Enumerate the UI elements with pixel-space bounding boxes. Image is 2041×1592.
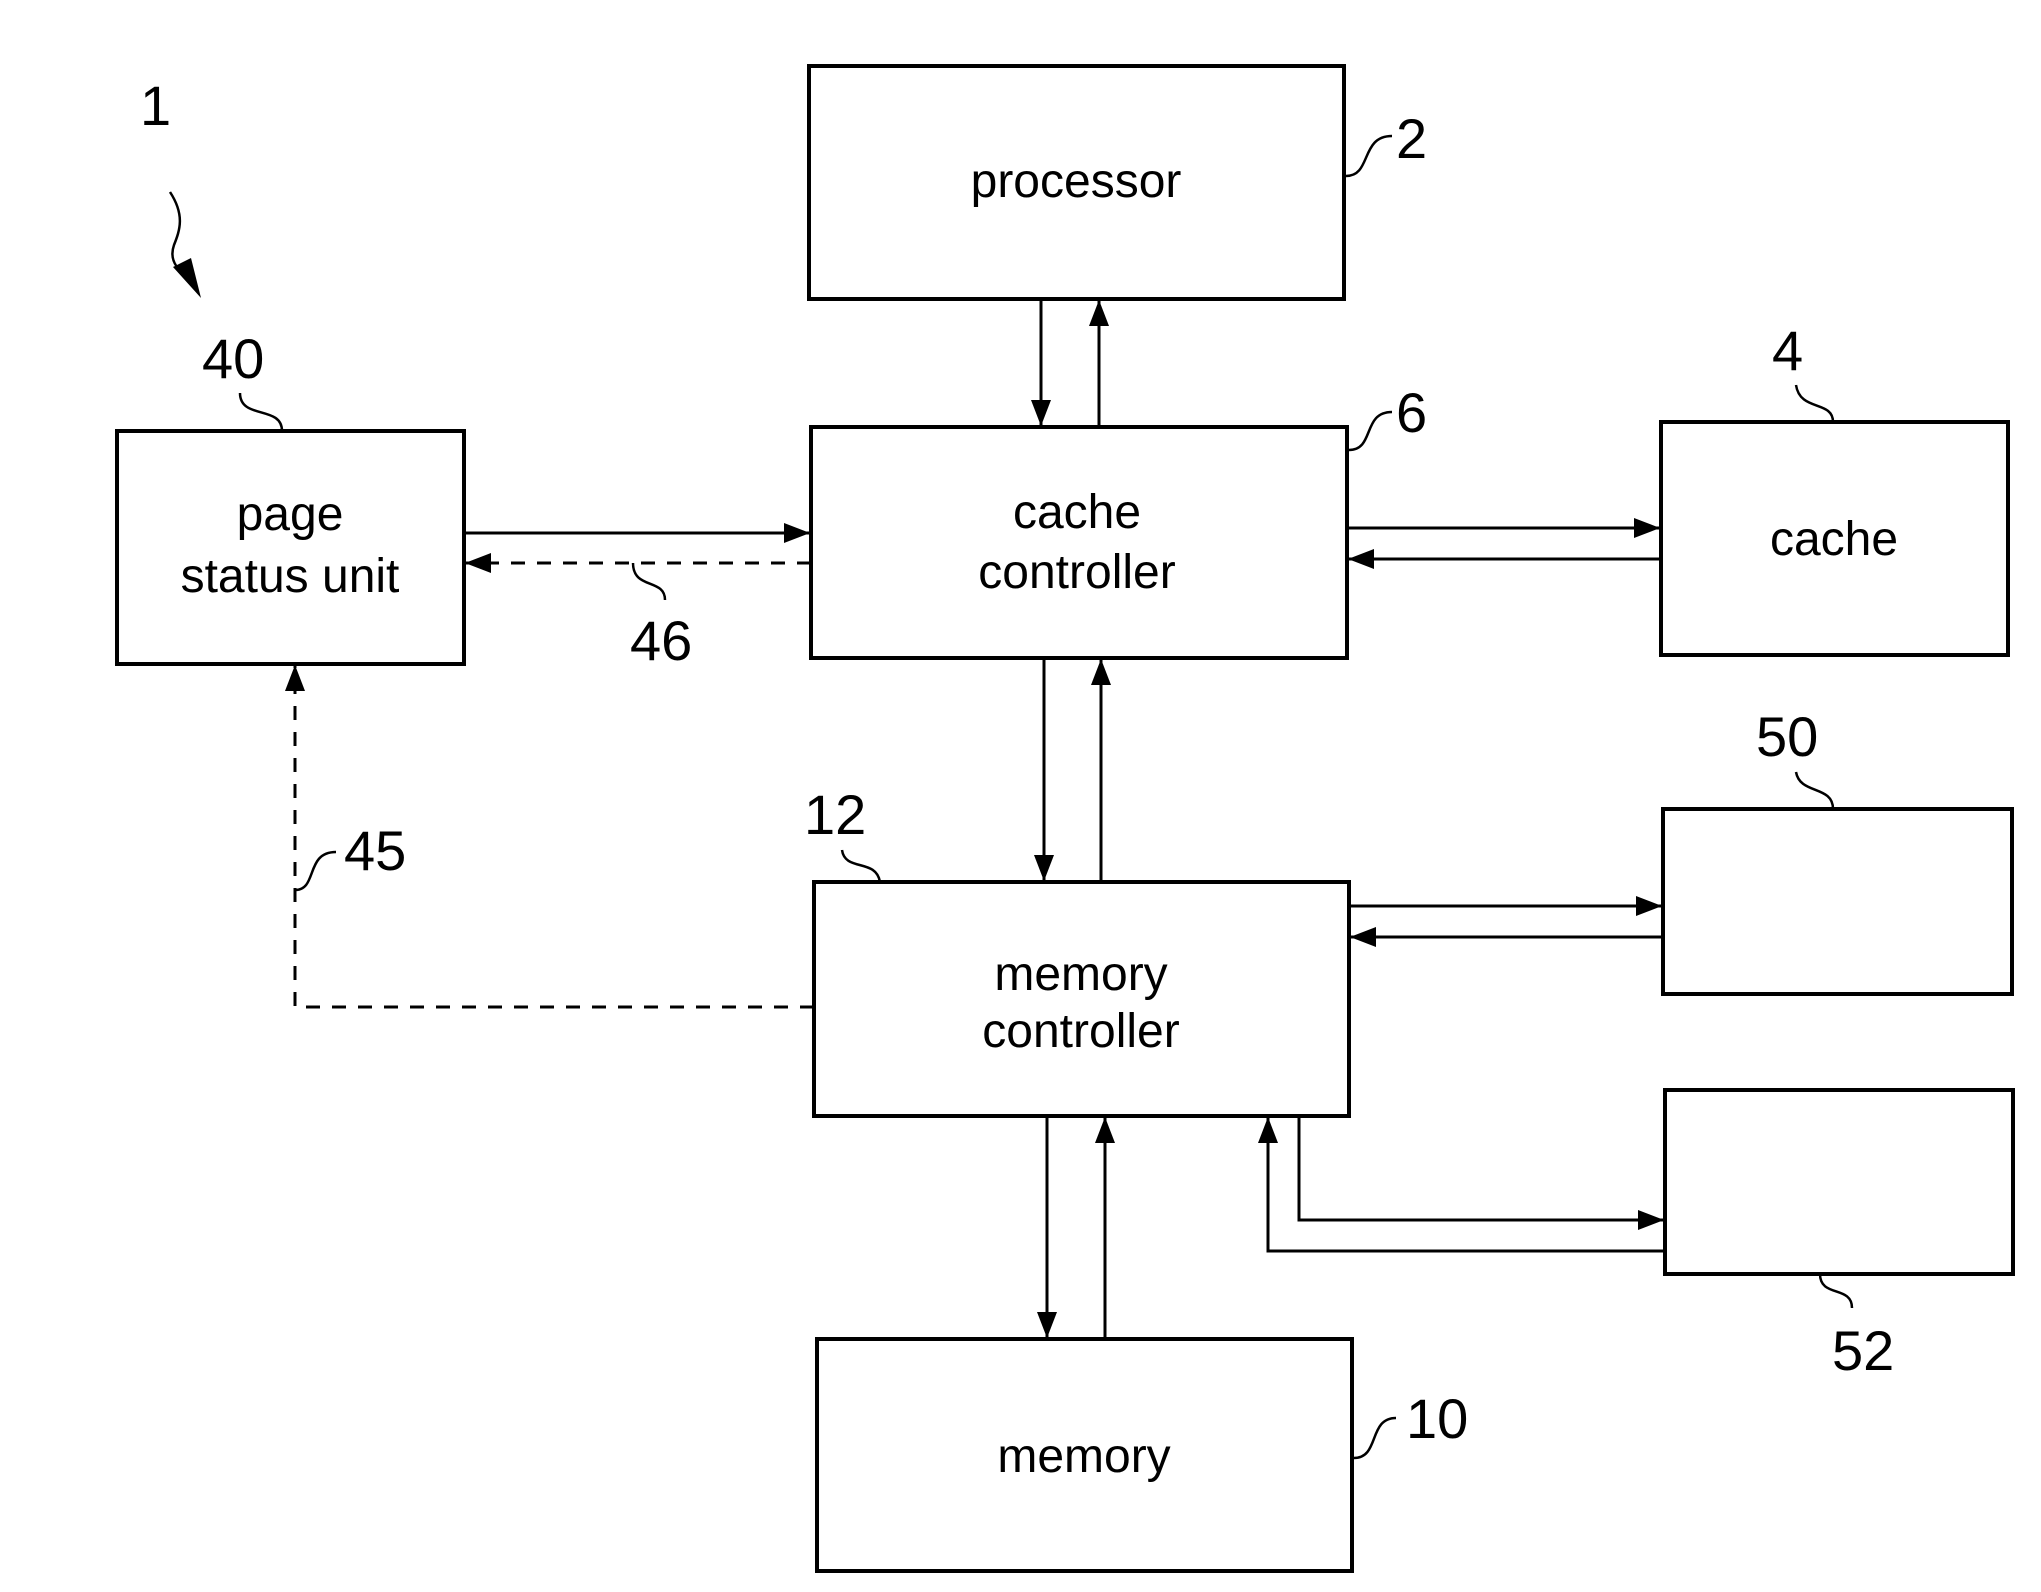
page-status-unit-label-2: status unit [181,550,400,603]
block-52-ref-leader [1818,1273,1854,1309]
figure-ref-label: 1 [140,74,171,137]
processor-ref-leader [1345,134,1393,178]
cache-controller-label-2: controller [978,546,1175,599]
arrow-block-52-to-memory-controller [1258,1117,1665,1253]
cache-controller-block [809,425,1349,660]
signal-46-leader [631,562,667,601]
cache-controller-ref-leader [1348,410,1393,452]
page-status-unit-label: page [237,488,344,541]
block-diagram: 1 processor 2 cache controller 6 cache 4… [115,64,2015,1573]
cache-ref-leader [1794,384,1835,423]
memory-ref: 10 [1406,1387,1468,1450]
page-status-unit-ref-leader [238,392,284,432]
memory-controller-label: memory [994,948,1167,1001]
cache-controller-label: cache [1013,486,1141,539]
block-50 [1661,807,2014,996]
block-52 [1663,1088,2015,1276]
figure-ref-arrowhead-icon [173,258,201,298]
processor-ref: 2 [1396,107,1427,170]
signal-45-leader [294,850,337,892]
cache-ref: 4 [1772,319,1803,382]
memory-controller-ref-leader [840,849,882,883]
processor-label: processor [971,155,1182,208]
page-status-unit-block [115,429,466,666]
block-52-ref: 52 [1832,1319,1894,1382]
block-50-ref-leader [1794,771,1835,810]
page-status-unit-ref: 40 [202,327,264,390]
memory-ref-leader [1353,1416,1397,1460]
arrow-memory-controller-to-block-52 [1297,1116,1664,1230]
cache-controller-ref: 6 [1396,381,1427,444]
cache-label: cache [1770,513,1898,566]
memory-controller-ref: 12 [804,783,866,846]
signal-46-ref: 46 [630,609,692,672]
signal-45-ref: 45 [344,819,406,882]
memory-controller-label-2: controller [982,1005,1179,1058]
memory-label: memory [997,1430,1170,1483]
block-50-ref: 50 [1756,705,1818,768]
